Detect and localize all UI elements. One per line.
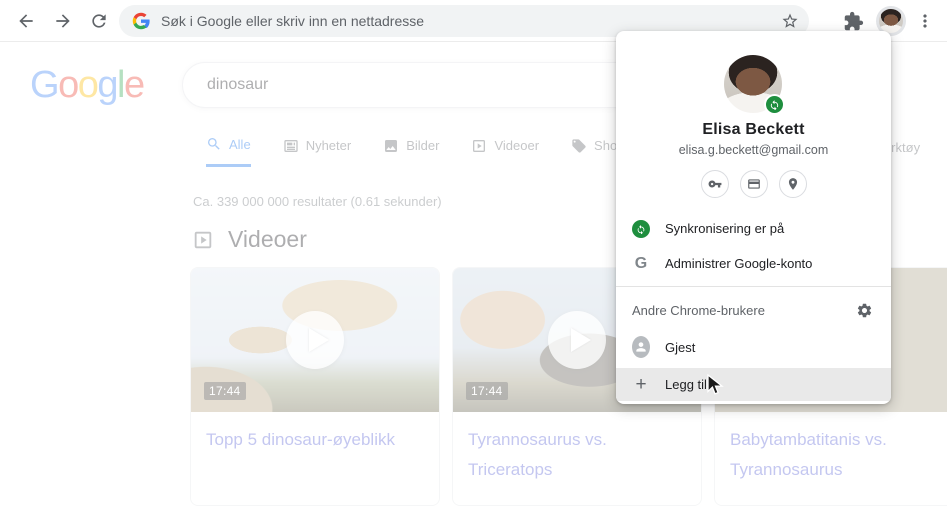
guest-label: Gjest (665, 339, 696, 355)
video-thumbnail[interactable]: 17:44 (191, 268, 439, 412)
add-person-item[interactable]: + Legg til (616, 368, 891, 401)
addresses-button[interactable] (778, 170, 807, 198)
manage-account-label: Administrer Google-konto (665, 256, 813, 271)
videos-section-header: Videoer (192, 226, 307, 253)
video-title[interactable]: Babytambatitanis vs. Tyrannosaurus (715, 412, 947, 498)
logo-letter: G (30, 64, 60, 106)
credit-card-icon (747, 179, 760, 189)
menu-kebab-icon[interactable] (915, 11, 935, 31)
profile-email: elisa.g.beckett@gmail.com (678, 143, 829, 157)
extensions-puzzle-icon[interactable] (843, 11, 864, 32)
guest-person-icon (632, 336, 650, 358)
tab-alle[interactable]: Alle (206, 136, 251, 167)
profile-avatar-large (724, 55, 785, 115)
manage-profiles-button[interactable] (851, 297, 877, 323)
google-g-gray-icon: G (634, 254, 648, 272)
reload-icon (92, 14, 106, 28)
tab-label: Bilder (406, 138, 440, 153)
tab-nyheter[interactable]: Nyheter (283, 136, 352, 167)
forward-arrow-icon (56, 14, 70, 28)
tab-label: Nyheter (305, 138, 352, 153)
logo-letter: l (116, 64, 125, 106)
logo-letter: e (123, 64, 145, 106)
payments-button[interactable] (739, 170, 768, 198)
tab-label: Alle (229, 136, 251, 152)
gear-icon (857, 303, 871, 317)
plus-icon: + (635, 373, 647, 395)
video-duration: 17:44 (204, 382, 246, 400)
search-icon (208, 138, 220, 150)
avatar (879, 9, 903, 33)
back-button[interactable] (12, 7, 40, 35)
menu-divider (616, 286, 891, 287)
tab-bilder[interactable]: Bilder (383, 136, 439, 167)
profile-menu: Elisa Beckett elisa.g.beckett@gmail.com … (616, 31, 891, 404)
forward-button[interactable] (49, 7, 77, 35)
images-icon (385, 139, 398, 152)
play-button-icon[interactable] (286, 311, 344, 369)
news-icon (284, 139, 298, 152)
reload-button[interactable] (85, 7, 113, 35)
play-button-icon[interactable] (548, 311, 606, 369)
google-g-icon (132, 12, 150, 30)
sync-status-label: Synkronisering er på (665, 221, 785, 236)
back-arrow-icon (19, 14, 33, 28)
passwords-button[interactable] (700, 170, 729, 198)
video-title[interactable]: Topp 5 dinosaur-øyeblikk (191, 412, 439, 468)
video-card[interactable]: 17:44 Topp 5 dinosaur-øyeblikk (190, 267, 440, 506)
video-title[interactable]: Tyrannosaurus vs. Triceratops (453, 412, 701, 498)
google-logo: Google (30, 64, 145, 107)
result-stats: Ca. 339 000 000 resultater (0.61 sekunde… (193, 194, 442, 209)
guest-item[interactable]: Gjest (616, 329, 891, 365)
sync-status-item[interactable]: Synkronisering er på (616, 211, 891, 246)
tab-label: Videoer (494, 138, 540, 153)
video-box-icon (194, 231, 212, 248)
logo-letter: g (97, 64, 118, 106)
address-input[interactable] (161, 13, 781, 29)
key-icon (708, 180, 721, 188)
videos-section-title: Videoer (228, 226, 307, 252)
profile-shortcuts (616, 170, 891, 198)
location-pin-icon (788, 178, 797, 190)
tab-videoer[interactable]: Videoer (471, 136, 539, 167)
logo-letter: o (58, 64, 79, 106)
search-query: dinosaur (207, 76, 269, 93)
bookmark-star-icon[interactable] (781, 12, 799, 30)
video-duration: 17:44 (466, 382, 508, 400)
video-icon (473, 139, 486, 152)
sync-badge-icon (764, 94, 785, 115)
logo-letter: o (77, 64, 99, 106)
browser-window: Google dinosaur Alle Nyheter Bilder Vide… (0, 0, 947, 531)
other-users-label: Andre Chrome-brukere (632, 303, 765, 318)
profile-name: Elisa Beckett (702, 121, 805, 138)
sync-on-icon (632, 219, 650, 238)
search-tabs: Alle Nyheter Bilder Videoer Shopping (206, 136, 649, 167)
manage-account-item[interactable]: G Administrer Google-konto (616, 246, 891, 281)
tag-icon (572, 138, 586, 153)
add-person-label: Legg til (665, 377, 707, 392)
